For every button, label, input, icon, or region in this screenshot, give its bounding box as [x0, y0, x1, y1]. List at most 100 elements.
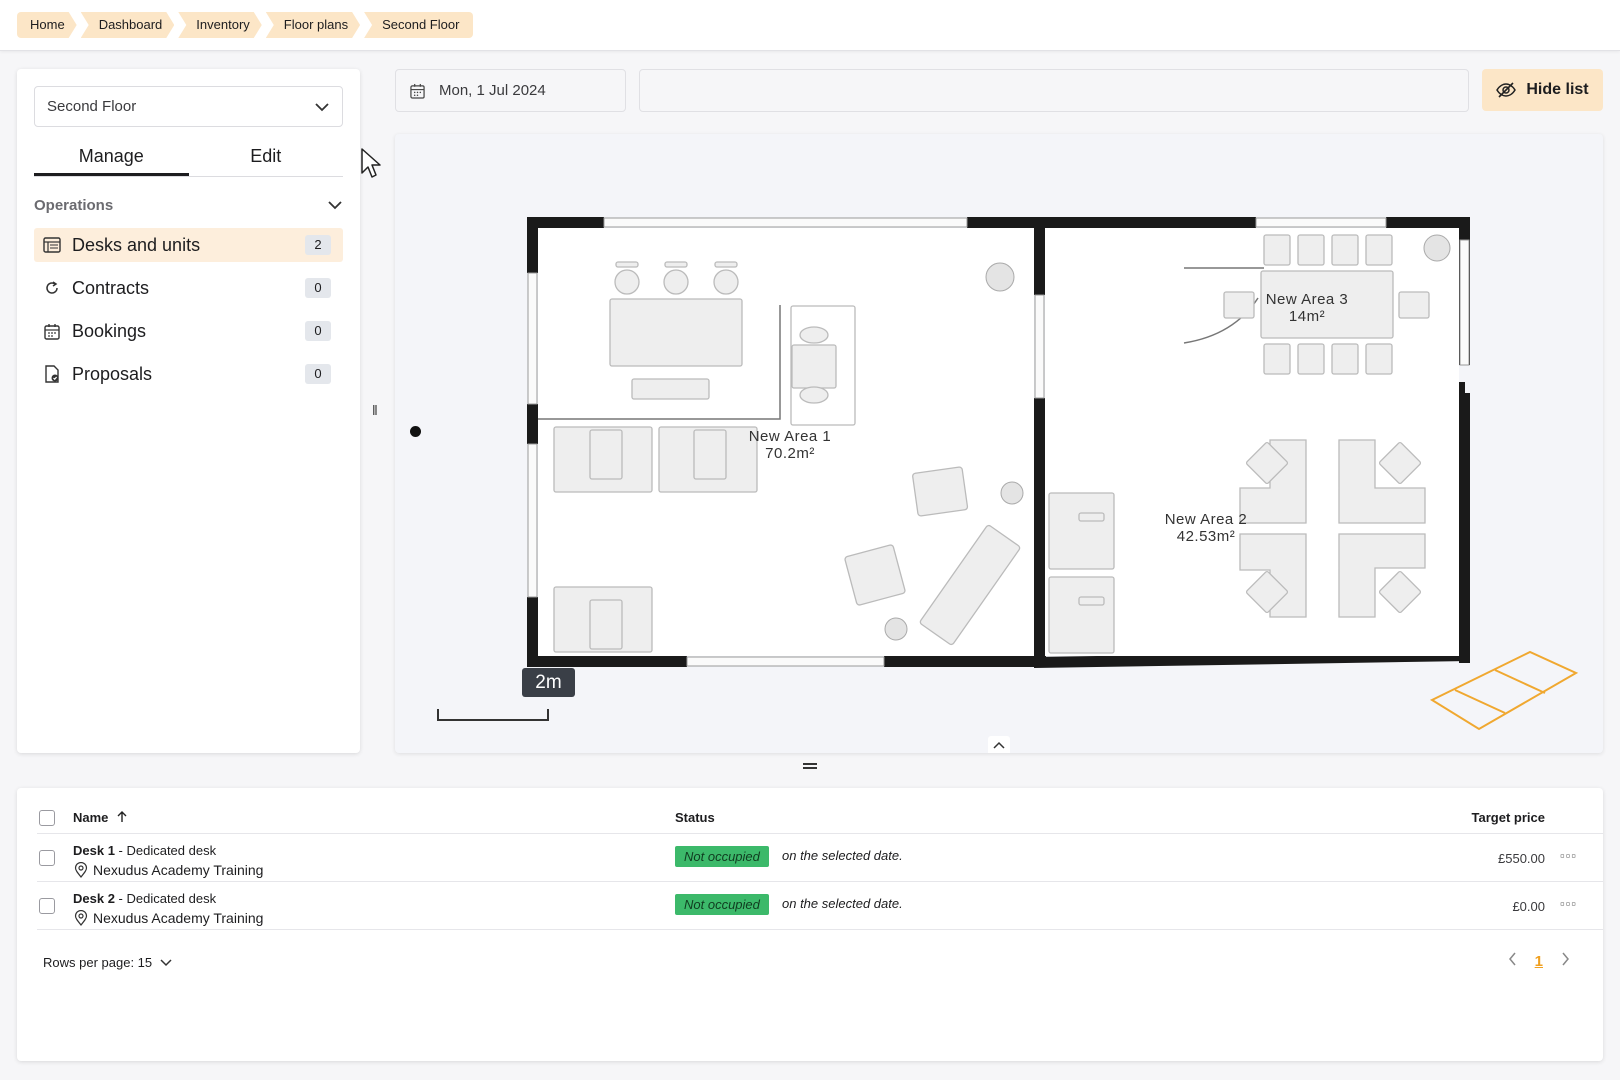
sidebar-item-desks-and-units[interactable]: Desks and units 2: [34, 228, 343, 262]
split-resize-handle[interactable]: [803, 763, 817, 769]
location-cell: Nexudus Academy Training: [73, 862, 263, 878]
area-name: New Area 2: [1164, 511, 1248, 528]
calendar-icon: [41, 320, 63, 342]
pagination: 1: [1499, 952, 1579, 970]
map-marker[interactable]: [410, 426, 421, 437]
column-header-name[interactable]: Name: [73, 810, 128, 825]
calendar-icon: [410, 83, 425, 99]
location-name: Nexudus Academy Training: [93, 862, 264, 878]
desk-name: Desk 2: [73, 891, 115, 906]
page-number[interactable]: 1: [1535, 953, 1543, 970]
desks-table: Name Status Target price Desk 1 - Dedica…: [17, 788, 1603, 1061]
chevron-right-icon: [1562, 952, 1569, 966]
eye-off-icon: [1496, 82, 1517, 98]
breadcrumb-second-floor[interactable]: Second Floor: [364, 12, 474, 38]
chevron-down-icon: [328, 201, 342, 210]
operations-title: Operations: [34, 196, 114, 214]
top-bar: Home Dashboard Inventory Floor plans Sec…: [0, 0, 1620, 51]
count-badge: 2: [305, 235, 331, 255]
previous-page-button[interactable]: [1508, 952, 1517, 970]
table-list-icon: [41, 234, 63, 256]
date-value: Mon, 1 Jul 2024: [439, 82, 546, 99]
row-actions-button[interactable]: ▫▫▫: [1560, 848, 1577, 863]
tab-edit[interactable]: Edit: [189, 142, 344, 176]
target-price: £550.00: [1498, 851, 1545, 866]
date-picker[interactable]: Mon, 1 Jul 2024: [395, 69, 626, 112]
row-actions-button[interactable]: ▫▫▫: [1560, 896, 1577, 911]
panel-resize-handle[interactable]: ‖: [372, 402, 378, 418]
breadcrumb-floor-plans[interactable]: Floor plans: [266, 12, 360, 38]
area-size: 70.2m²: [765, 445, 815, 462]
breadcrumb-inventory[interactable]: Inventory: [178, 12, 261, 38]
status-note: on the selected date.: [782, 848, 903, 863]
column-header-target-price[interactable]: Target price: [1472, 810, 1545, 825]
document-check-icon: [41, 363, 63, 385]
area-name: New Area 1: [748, 428, 832, 445]
location-pin-icon: [74, 910, 88, 926]
status-note: on the selected date.: [782, 896, 903, 911]
collapse-map-button[interactable]: [988, 736, 1010, 753]
chevron-down-icon: [160, 958, 172, 966]
breadcrumb-home[interactable]: Home: [17, 12, 77, 38]
target-price: £0.00: [1512, 899, 1545, 914]
count-badge: 0: [305, 364, 331, 384]
desk-name-cell: Desk 1 - Dedicated desk: [73, 843, 216, 858]
scale-bar: [437, 709, 549, 721]
row-checkbox[interactable]: [39, 898, 55, 914]
count-badge: 0: [305, 278, 331, 298]
area-size: 14m²: [1288, 308, 1326, 325]
area-label-1[interactable]: New Area 1 70.2m²: [715, 428, 865, 462]
column-header-status[interactable]: Status: [675, 810, 715, 825]
sidebar-item-label: Contracts: [72, 277, 150, 298]
location-pin-icon: [74, 862, 88, 878]
operations-header[interactable]: Operations: [34, 194, 343, 216]
next-page-button[interactable]: [1561, 952, 1570, 970]
hide-list-button[interactable]: Hide list: [1482, 69, 1603, 111]
sidebar-item-proposals[interactable]: Proposals 0: [34, 357, 343, 391]
chevron-up-icon: [993, 741, 1005, 749]
table-row[interactable]: Desk 2 - Dedicated desk Nexudus Academy …: [37, 882, 1603, 930]
count-badge: 0: [305, 321, 331, 341]
sort-ascending-icon: [117, 811, 127, 822]
area-label-3[interactable]: New Area 3 14m²: [1247, 291, 1367, 325]
sidebar-item-bookings[interactable]: Bookings 0: [34, 314, 343, 348]
desk-type: - Dedicated desk: [114, 843, 217, 858]
left-panel: Second Floor Manage Edit Operations Desk…: [17, 69, 360, 753]
area-size: 42.53m²: [1176, 528, 1236, 545]
location-name: Nexudus Academy Training: [93, 910, 264, 926]
breadcrumb: Home Dashboard Inventory Floor plans Sec…: [17, 12, 477, 38]
refresh-icon: [41, 277, 63, 299]
tab-manage[interactable]: Manage: [34, 142, 189, 176]
chevron-down-icon: [315, 102, 329, 111]
rows-per-page-label: Rows per page: 15: [43, 955, 153, 970]
floor-plan-drawing: [527, 217, 1579, 731]
desk-name-cell: Desk 2 - Dedicated desk: [73, 891, 216, 906]
hide-list-label: Hide list: [1526, 81, 1589, 98]
tab-bar: Manage Edit: [34, 142, 343, 177]
table-header: Name Status Target price: [37, 802, 1603, 834]
desk-name: Desk 1: [73, 843, 115, 858]
area-name: New Area 3: [1265, 291, 1349, 308]
chevron-left-icon: [1508, 952, 1516, 966]
sidebar-item-contracts[interactable]: Contracts 0: [34, 271, 343, 305]
row-checkbox[interactable]: [39, 850, 55, 866]
mouse-cursor-icon: [361, 148, 381, 178]
column-name-label: Name: [73, 810, 109, 825]
floor-plan-map[interactable]: New Area 1 70.2m² New Area 2 42.53m² New…: [395, 134, 1603, 753]
sidebar-item-label: Desks and units: [72, 234, 201, 255]
select-all-checkbox[interactable]: [39, 810, 55, 826]
floor-select-value: Second Floor: [47, 98, 137, 115]
operations-list: Desks and units 2 Contracts 0 Bookings 0…: [34, 228, 343, 400]
floor-select[interactable]: Second Floor: [34, 86, 343, 127]
status-badge: Not occupied: [675, 894, 769, 915]
search-input[interactable]: [639, 69, 1469, 112]
sidebar-item-label: Bookings: [72, 320, 147, 341]
desk-type: - Dedicated desk: [114, 891, 217, 906]
scale-label: 2m: [522, 668, 575, 697]
breadcrumb-dashboard[interactable]: Dashboard: [81, 12, 175, 38]
table-row[interactable]: Desk 1 - Dedicated desk Nexudus Academy …: [37, 834, 1603, 882]
sidebar-item-label: Proposals: [72, 363, 153, 384]
location-cell: Nexudus Academy Training: [73, 910, 263, 926]
rows-per-page-select[interactable]: Rows per page: 15: [43, 955, 172, 970]
area-label-2[interactable]: New Area 2 42.53m²: [1131, 511, 1281, 545]
